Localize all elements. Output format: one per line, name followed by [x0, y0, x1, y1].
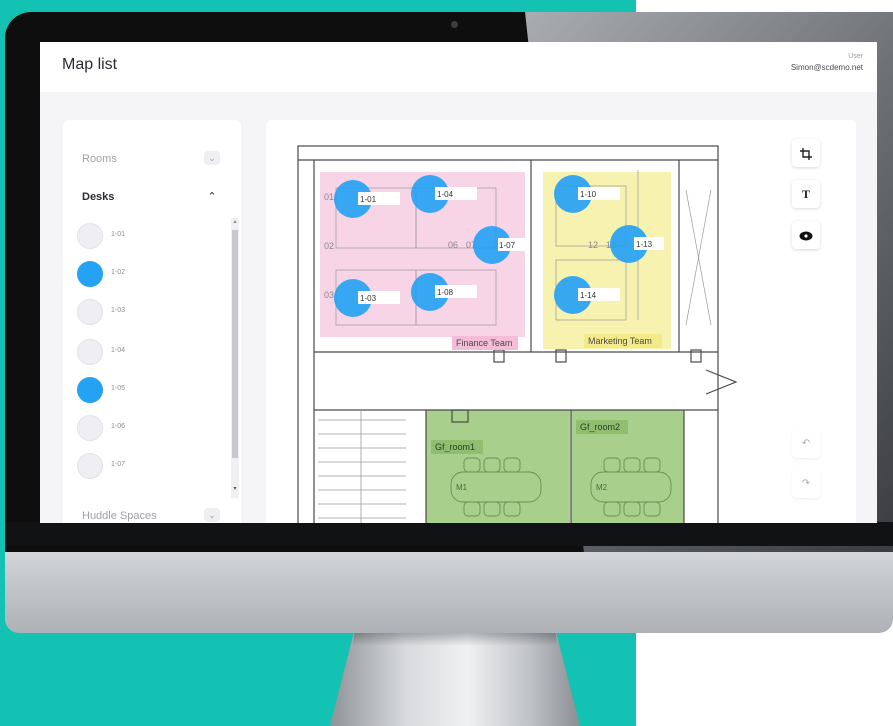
- desk-toggle[interactable]: [77, 261, 103, 287]
- monitor-chin: [5, 545, 893, 633]
- top-bar: Map list User Simon@scdemo.net: [40, 42, 877, 92]
- svg-text:03: 03: [324, 290, 334, 300]
- svg-text:Gf_room1: Gf_room1: [435, 442, 475, 452]
- desk-label: 1-04: [111, 347, 126, 354]
- svg-text:1-07: 1-07: [499, 241, 516, 250]
- svg-text:Gf_room2: Gf_room2: [580, 422, 620, 432]
- svg-text:Finance Team: Finance Team: [456, 338, 512, 348]
- finance-team-label[interactable]: Finance Team: [452, 336, 518, 350]
- svg-text:1-08: 1-08: [437, 288, 454, 297]
- page-title: Map list: [62, 56, 118, 73]
- desk-label: 1-07: [111, 461, 126, 468]
- huddle-section-label[interactable]: Huddle Spaces: [82, 510, 157, 522]
- desk-item-1-07[interactable]: 1-07: [77, 453, 217, 479]
- marketing-team-label[interactable]: Marketing Team: [584, 334, 662, 348]
- room-tag-m1: M1: [456, 483, 468, 492]
- desk-item-1-06[interactable]: 1-06: [77, 415, 217, 441]
- scroll-up-icon[interactable]: ▴: [231, 218, 239, 226]
- desk-label: 1-01: [111, 231, 126, 238]
- text-tool-button[interactable]: T: [792, 180, 820, 208]
- sidebar-scroll-thumb[interactable]: [232, 230, 238, 458]
- room1-label[interactable]: Gf_room1: [431, 440, 483, 454]
- desk-label: 1-03: [111, 307, 126, 314]
- user-email[interactable]: Simon@scdemo.net: [791, 63, 863, 72]
- svg-text:1-10: 1-10: [580, 190, 597, 199]
- chevron-down-icon[interactable]: ⌄: [204, 508, 220, 522]
- desk-toggle[interactable]: [77, 415, 103, 441]
- rooms-section-label[interactable]: Rooms: [82, 153, 117, 165]
- desk-toggle[interactable]: [77, 299, 103, 325]
- desk-item-1-03[interactable]: 1-03: [77, 299, 217, 325]
- stairs: [318, 410, 406, 523]
- svg-text:1-01: 1-01: [360, 195, 377, 204]
- undo-icon[interactable]: ↶: [792, 430, 820, 458]
- app-screen: Map list User Simon@scdemo.net Rooms ⌄ D…: [40, 42, 877, 523]
- svg-text:1-03: 1-03: [360, 294, 377, 303]
- sidebar: Rooms ⌄ Desks ⌃ 1-01 1-02 1-03 1-04 1-05…: [63, 120, 241, 523]
- desk-item-1-04[interactable]: 1-04: [77, 339, 217, 365]
- svg-text:1-04: 1-04: [437, 190, 454, 199]
- desk-label: 1-06: [111, 423, 126, 430]
- monitor-bottom-bezel: [5, 522, 893, 546]
- svg-text:Marketing Team: Marketing Team: [588, 336, 652, 346]
- svg-text:06: 06: [448, 240, 458, 250]
- floor-map-panel: 01 02 03 04 05 06 07 08 09 10 11 12 13 1…: [266, 120, 856, 523]
- crop-icon[interactable]: [792, 139, 820, 167]
- user-role: User: [848, 53, 863, 60]
- room-tag-m2: M2: [596, 483, 608, 492]
- floor-plan[interactable]: 01 02 03 04 05 06 07 08 09 10 11 12 13 1…: [266, 120, 856, 523]
- chevron-up-icon[interactable]: ⌃: [204, 190, 220, 204]
- camera-icon: [451, 21, 458, 28]
- redo-icon[interactable]: ↷: [792, 470, 820, 498]
- desk-toggle[interactable]: [77, 223, 103, 249]
- svg-text:02: 02: [324, 241, 334, 251]
- desk-toggle[interactable]: [77, 339, 103, 365]
- svg-text:12: 12: [588, 240, 598, 250]
- room2-label[interactable]: Gf_room2: [576, 420, 628, 434]
- eye-icon[interactable]: [792, 221, 820, 249]
- svg-text:1-13: 1-13: [636, 240, 653, 249]
- desks-section-label[interactable]: Desks: [82, 191, 114, 203]
- desk-item-1-05[interactable]: 1-05: [77, 377, 217, 403]
- scroll-down-icon[interactable]: ▾: [231, 485, 239, 493]
- desk-item-1-02[interactable]: 1-02: [77, 261, 217, 287]
- room1-zone: [426, 410, 570, 523]
- desk-item-1-01[interactable]: 1-01: [77, 223, 217, 249]
- chevron-down-icon[interactable]: ⌄: [204, 151, 220, 165]
- svg-text:01: 01: [324, 192, 334, 202]
- desk-toggle[interactable]: [77, 453, 103, 479]
- desk-label: 1-05: [111, 385, 126, 392]
- desk-toggle[interactable]: [77, 377, 103, 403]
- svg-text:1-14: 1-14: [580, 291, 597, 300]
- desk-label: 1-02: [111, 269, 126, 276]
